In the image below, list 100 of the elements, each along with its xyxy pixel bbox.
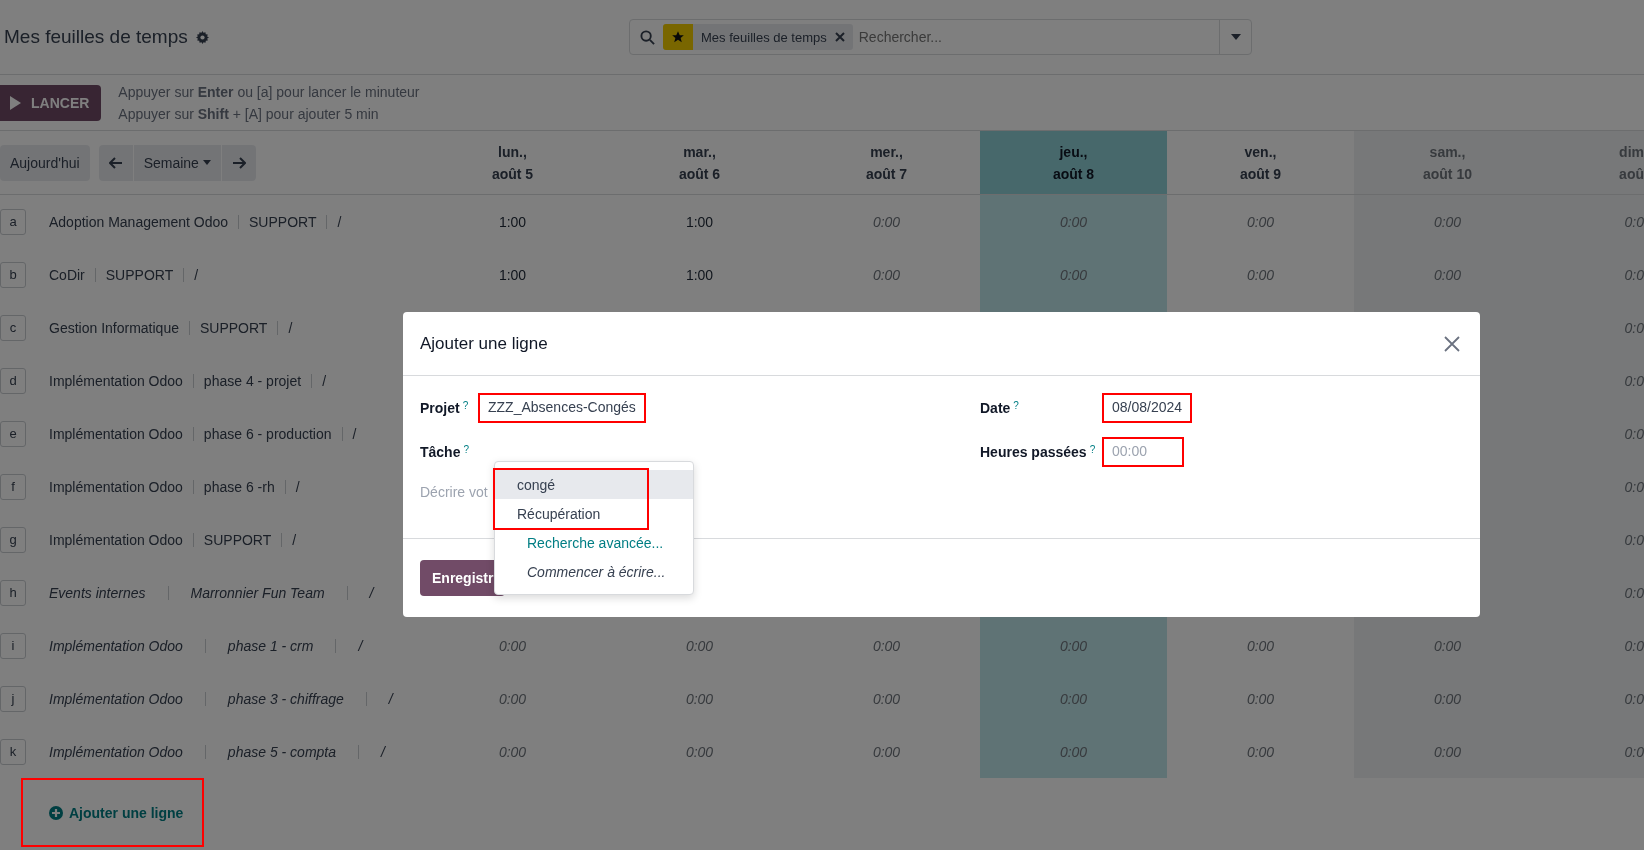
- hours-value[interactable]: 0:0: [1624, 690, 1644, 707]
- hours-value[interactable]: 0:00: [498, 690, 527, 707]
- hours-value[interactable]: 0:00: [1433, 690, 1462, 707]
- hours-value[interactable]: 0:00: [872, 266, 901, 283]
- hours-value[interactable]: 0:00: [1246, 690, 1275, 707]
- hours-value[interactable]: 0:0: [1624, 319, 1644, 336]
- filter-facet[interactable]: Mes feuilles de temps: [663, 24, 853, 50]
- hours-value[interactable]: 0:00: [1059, 637, 1088, 654]
- hours-value[interactable]: 0:0: [1624, 584, 1644, 601]
- project-name: Implémentation Odoo: [49, 743, 183, 760]
- day-header: dim aoû: [1541, 131, 1644, 195]
- row-key: h: [0, 579, 26, 606]
- hours-value[interactable]: 0:0: [1624, 372, 1644, 389]
- hours-value[interactable]: 1:00: [498, 266, 527, 283]
- add-line-link[interactable]: Ajouter une ligne: [49, 805, 184, 821]
- task-name: phase 6 -rh: [203, 478, 275, 495]
- hours-value[interactable]: 0:00: [1433, 743, 1462, 760]
- facet-label: Mes feuilles de temps: [701, 29, 827, 45]
- hours-value[interactable]: 0:0: [1624, 637, 1644, 654]
- row-suffix: /: [292, 531, 297, 548]
- caret-icon[interactable]: [1230, 34, 1241, 40]
- today-button[interactable]: Aujourd'hui: [0, 144, 90, 181]
- input-field[interactable]: ZZZ_Absences-Congés: [480, 395, 644, 421]
- close-icon[interactable]: [834, 32, 845, 42]
- hours-value[interactable]: 0:00: [1433, 266, 1462, 283]
- task-name: phase 4 - projet: [203, 372, 302, 389]
- description-placeholder[interactable]: Décrire vot: [420, 484, 488, 500]
- previous-button[interactable]: [98, 144, 133, 181]
- hours-value[interactable]: 0:0: [1624, 266, 1644, 283]
- help-mark[interactable]: ?: [462, 400, 469, 411]
- hours-value[interactable]: 1:00: [685, 266, 714, 283]
- play-icon: [10, 95, 21, 110]
- row-suffix: /: [194, 266, 199, 283]
- hours-value[interactable]: 0:0: [1624, 213, 1644, 230]
- launch-button[interactable]: LANCER: [0, 84, 102, 121]
- field-label: Tâche: [420, 444, 461, 460]
- close-icon[interactable]: [1444, 335, 1460, 352]
- hours-value[interactable]: 0:00: [685, 743, 714, 760]
- help-mark[interactable]: ?: [1013, 400, 1019, 411]
- hours-value[interactable]: 0:00: [872, 213, 901, 230]
- day-header: sam., août 10: [1354, 131, 1541, 195]
- row-suffix: /: [381, 743, 385, 760]
- hours-value[interactable]: 0:0: [1624, 478, 1644, 495]
- period-dropdown[interactable]: Semaine: [133, 144, 221, 181]
- project-name: Implémentation Odoo: [49, 637, 183, 654]
- caret-icon: [202, 160, 211, 165]
- project-name: Implémentation Odoo: [49, 425, 183, 442]
- settings-icon[interactable]: [195, 30, 209, 44]
- hint-text: Appuyer sur Enter ou [a] pour lancer le minuteur: [118, 83, 420, 100]
- hours-value[interactable]: 0:00: [1246, 266, 1275, 283]
- hours-value[interactable]: 1:00: [498, 213, 527, 230]
- help-mark[interactable]: ?: [463, 444, 470, 455]
- row-suffix: /: [388, 690, 393, 707]
- menu-option[interactable]: Récupération: [495, 499, 693, 528]
- hours-value[interactable]: 0:00: [872, 690, 901, 707]
- row-key: k: [0, 738, 26, 765]
- next-button[interactable]: [221, 144, 256, 181]
- task-name: SUPPORT: [105, 266, 174, 283]
- hours-value[interactable]: 0:0: [1624, 531, 1644, 548]
- hours-value[interactable]: 0:00: [1246, 637, 1275, 654]
- field-label: Date: [980, 400, 1011, 416]
- hours-value[interactable]: 0:00: [498, 637, 527, 654]
- hours-value[interactable]: 1:00: [685, 213, 714, 230]
- left-arrow-icon: [108, 156, 123, 169]
- row-key: a: [0, 208, 26, 235]
- hours-value[interactable]: 0:00: [1246, 743, 1275, 760]
- hours-value[interactable]: 0:00: [498, 743, 527, 760]
- page-title: Mes feuilles de temps: [4, 26, 188, 48]
- hours-value[interactable]: 0:00: [685, 637, 714, 654]
- hours-value[interactable]: 0:00: [1059, 690, 1088, 707]
- search-icon: [640, 29, 655, 45]
- menu-option[interactable]: congé: [495, 470, 693, 499]
- hours-value[interactable]: 0:00: [1059, 743, 1088, 760]
- task-name: SUPPORT: [199, 319, 268, 336]
- hours-value[interactable]: 0:0: [1624, 743, 1644, 760]
- row-key: c: [0, 314, 26, 341]
- input-field[interactable]: 08/08/2024: [1104, 395, 1191, 421]
- input-field[interactable]: 00:00: [1104, 439, 1182, 465]
- hours-value[interactable]: 0:00: [685, 690, 714, 707]
- hours-value[interactable]: 0:00: [1433, 213, 1462, 230]
- hours-value[interactable]: 0:00: [1059, 266, 1088, 283]
- search-field[interactable]: Mes feuilles de temps Rechercher...: [629, 19, 1252, 55]
- day-header: jeu., août 8: [980, 131, 1167, 195]
- hours-value[interactable]: 0:00: [1059, 213, 1088, 230]
- menu-link[interactable]: Recherche avancée...: [495, 528, 693, 557]
- project-name: Implémentation Odoo: [49, 372, 183, 389]
- hours-value[interactable]: 0:00: [1246, 213, 1275, 230]
- right-arrow-icon: [231, 156, 246, 169]
- hint-text: Appuyer sur Shift + [A] pour ajouter 5 min: [118, 105, 380, 122]
- hours-value[interactable]: 0:00: [1433, 637, 1462, 654]
- project-name: Implémentation Odoo: [49, 531, 183, 548]
- hours-value[interactable]: 0:00: [872, 637, 901, 654]
- row-key: b: [0, 261, 26, 288]
- hours-value[interactable]: 0:00: [872, 743, 901, 760]
- row-suffix: /: [288, 319, 293, 336]
- row-key: f: [0, 473, 26, 500]
- row-suffix: /: [337, 213, 342, 230]
- plus-circle-icon: [49, 806, 63, 820]
- hours-value[interactable]: 0:0: [1624, 425, 1644, 442]
- help-mark[interactable]: ?: [1089, 444, 1096, 455]
